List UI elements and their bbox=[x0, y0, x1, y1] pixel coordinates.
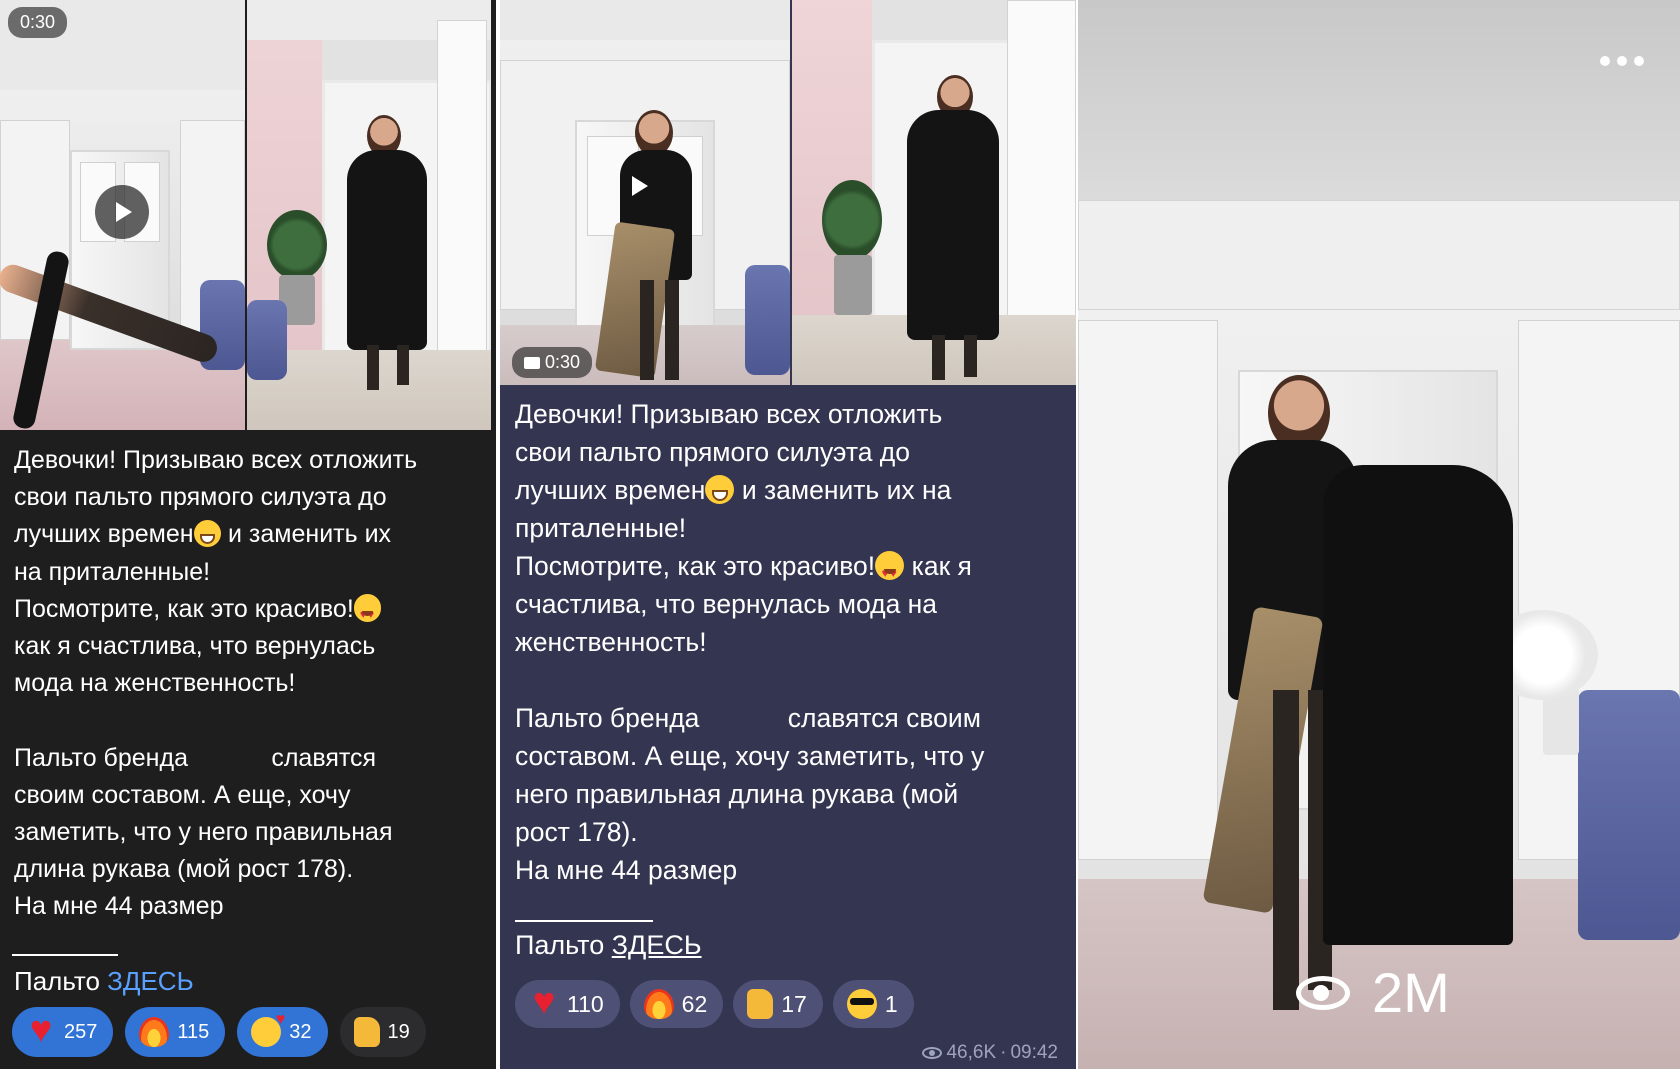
views-eye-icon bbox=[922, 1047, 943, 1059]
smiling-face-with-sunglasses-icon bbox=[846, 989, 877, 1019]
meta-separator: · bbox=[1000, 1042, 1007, 1063]
video-camera-icon bbox=[524, 356, 540, 369]
post-meta: 46,6K · 09:42 bbox=[922, 1042, 1058, 1064]
dot-icon bbox=[1634, 56, 1644, 66]
coat-link-line: Пальто ЗДЕСЬ bbox=[14, 966, 194, 996]
heart-icon bbox=[529, 983, 559, 1019]
coat-link[interactable]: ЗДЕСЬ bbox=[107, 966, 194, 996]
heart-eyes-face-icon bbox=[875, 551, 904, 592]
heart-icon bbox=[26, 1011, 56, 1047]
reaction-fire[interactable]: 62 bbox=[629, 980, 724, 1028]
video-duration-badge: 0:30 bbox=[512, 347, 593, 378]
play-icon bbox=[632, 176, 648, 196]
grinning-face-icon bbox=[705, 475, 735, 505]
reaction-thumbs-up[interactable]: 19 bbox=[339, 1007, 426, 1057]
eye-icon bbox=[1296, 975, 1350, 1010]
views-count: 2M bbox=[1372, 961, 1450, 1024]
video-duration-badge: 0:30 bbox=[8, 7, 68, 38]
heart-eyes-face-icon bbox=[353, 594, 382, 634]
views-overlay: 2M bbox=[1296, 960, 1450, 1025]
more-options-button[interactable] bbox=[1600, 56, 1644, 66]
post-caption: Девочки! Призываю всех отложить свои пал… bbox=[515, 395, 1065, 889]
dot-icon bbox=[1617, 56, 1627, 66]
reaction-heart[interactable]: 110 bbox=[515, 980, 620, 1028]
reaction-cool[interactable]: 1 bbox=[832, 980, 914, 1028]
post-panel-blue: 0:30 Девочки! Призываю всех отложить сво… bbox=[500, 0, 1076, 1069]
dot-icon bbox=[1600, 56, 1610, 66]
coat-link[interactable]: ЗДЕСЬ bbox=[612, 930, 702, 960]
reactions-bar: 110 62 17 1 bbox=[515, 980, 914, 1028]
views-count: 46,6K bbox=[946, 1042, 997, 1063]
reaction-heart[interactable]: 257 bbox=[12, 1007, 114, 1057]
play-icon bbox=[116, 202, 132, 222]
video-frame-panel[interactable]: 2M bbox=[1078, 0, 1680, 1069]
video-thumbnail-woman-sash[interactable]: 0:30 bbox=[500, 0, 790, 385]
fire-icon bbox=[643, 989, 674, 1019]
reactions-bar: 257 115 32 19 bbox=[12, 1007, 426, 1057]
post-panel-dark: 0:30 Девочки! Призываю всех отложить сво… bbox=[0, 0, 496, 1069]
photo-woman-mirror[interactable] bbox=[247, 0, 491, 430]
divider bbox=[515, 920, 653, 922]
reaction-fire[interactable]: 115 bbox=[125, 1007, 226, 1057]
fire-icon bbox=[139, 1017, 170, 1047]
video-frame-woman-holding-coat[interactable] bbox=[1078, 0, 1680, 1069]
reaction-smiling-hearts[interactable]: 32 bbox=[237, 1007, 328, 1057]
post-caption: Девочки! Призываю всех отложить свои пал… bbox=[14, 442, 484, 926]
reaction-thumbs-up[interactable]: 17 bbox=[733, 980, 823, 1028]
post-time: 09:42 bbox=[1010, 1042, 1058, 1063]
photo-woman-mirror[interactable] bbox=[792, 0, 1076, 385]
thumbs-up-icon bbox=[353, 1017, 380, 1047]
play-button[interactable] bbox=[95, 185, 149, 239]
video-thumbnail-left[interactable]: 0:30 bbox=[0, 0, 245, 430]
play-button[interactable] bbox=[616, 164, 660, 208]
smiling-face-with-hearts-icon bbox=[251, 1011, 285, 1047]
coat-link-line: Пальто ЗДЕСЬ bbox=[515, 930, 702, 960]
divider bbox=[12, 954, 118, 956]
thumbs-up-icon bbox=[747, 989, 774, 1019]
grinning-face-icon bbox=[193, 519, 222, 548]
